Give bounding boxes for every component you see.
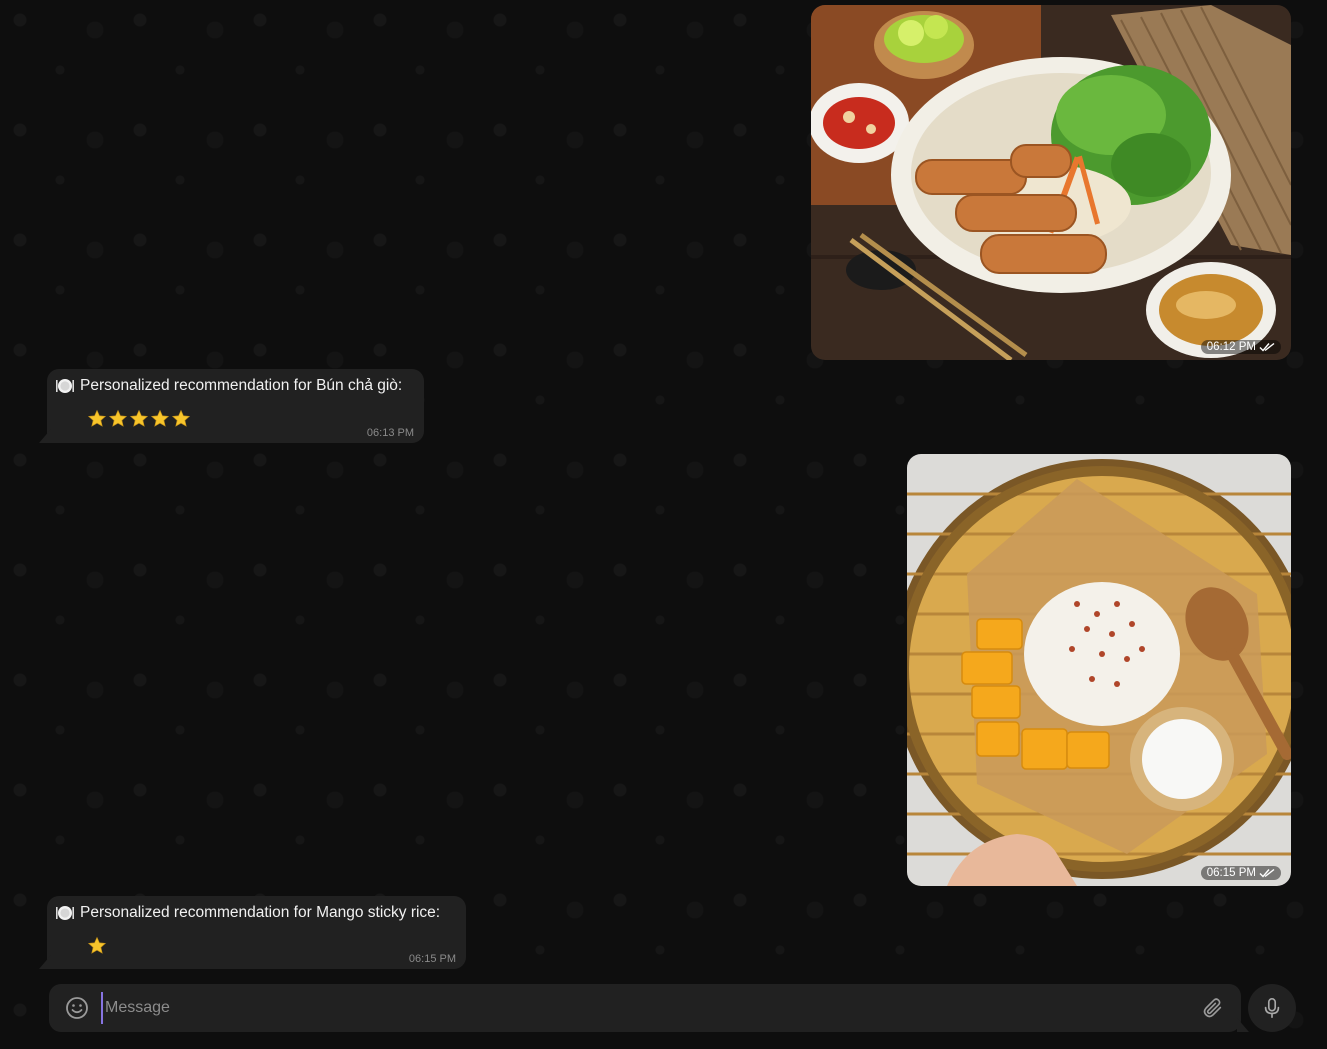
paperclip-icon: [1203, 998, 1222, 1018]
photo-message-mango-sticky-rice[interactable]: 06:15 PM: [907, 454, 1291, 886]
rating-stars: [87, 936, 456, 956]
message-text: Personalized recommendation for Mango st…: [80, 904, 441, 921]
bubble-tail: [39, 429, 51, 443]
voice-message-button[interactable]: [1248, 984, 1296, 1032]
star-icon: [171, 409, 191, 427]
star-icon: [129, 409, 149, 427]
double-check-icon: [1259, 342, 1275, 352]
star-icon: [108, 409, 128, 427]
attach-button[interactable]: [1199, 994, 1227, 1022]
message-time: 06:15 PM: [408, 953, 456, 965]
rating-stars: [87, 409, 414, 429]
bun-cha-gio-photo: [811, 5, 1291, 360]
message-composer: [49, 984, 1249, 1032]
recommendation-message[interactable]: Personalized recommendation for Bún chả …: [39, 369, 424, 443]
message-input[interactable]: [101, 992, 1189, 1024]
message-text: Personalized recommendation for Bún chả …: [80, 377, 403, 394]
message-time: 06:13 PM: [366, 427, 414, 439]
composer-tail: [1237, 1018, 1249, 1032]
recommendation-message[interactable]: Personalized recommendation for Mango st…: [39, 896, 466, 969]
star-icon: [87, 936, 107, 954]
photo-timestamp: 06:15 PM: [1200, 866, 1281, 880]
double-check-icon: [1259, 868, 1275, 878]
plate-icon: [56, 906, 74, 920]
photo-timestamp: 06:12 PM: [1200, 340, 1281, 354]
mango-sticky-rice-photo: [907, 454, 1291, 886]
bubble-tail: [39, 955, 51, 969]
message-time: 06:15 PM: [1206, 867, 1256, 879]
microphone-icon: [1264, 998, 1280, 1018]
emoji-button[interactable]: [63, 994, 91, 1022]
message-time: 06:12 PM: [1206, 341, 1256, 353]
chat-window: 06:12 PM Personalized recommendation for…: [0, 0, 1327, 1049]
star-icon: [87, 409, 107, 427]
plate-icon: [56, 379, 74, 393]
photo-message-bun-cha-gio[interactable]: 06:12 PM: [811, 5, 1291, 360]
star-icon: [150, 409, 170, 427]
smiley-icon: [66, 997, 88, 1019]
